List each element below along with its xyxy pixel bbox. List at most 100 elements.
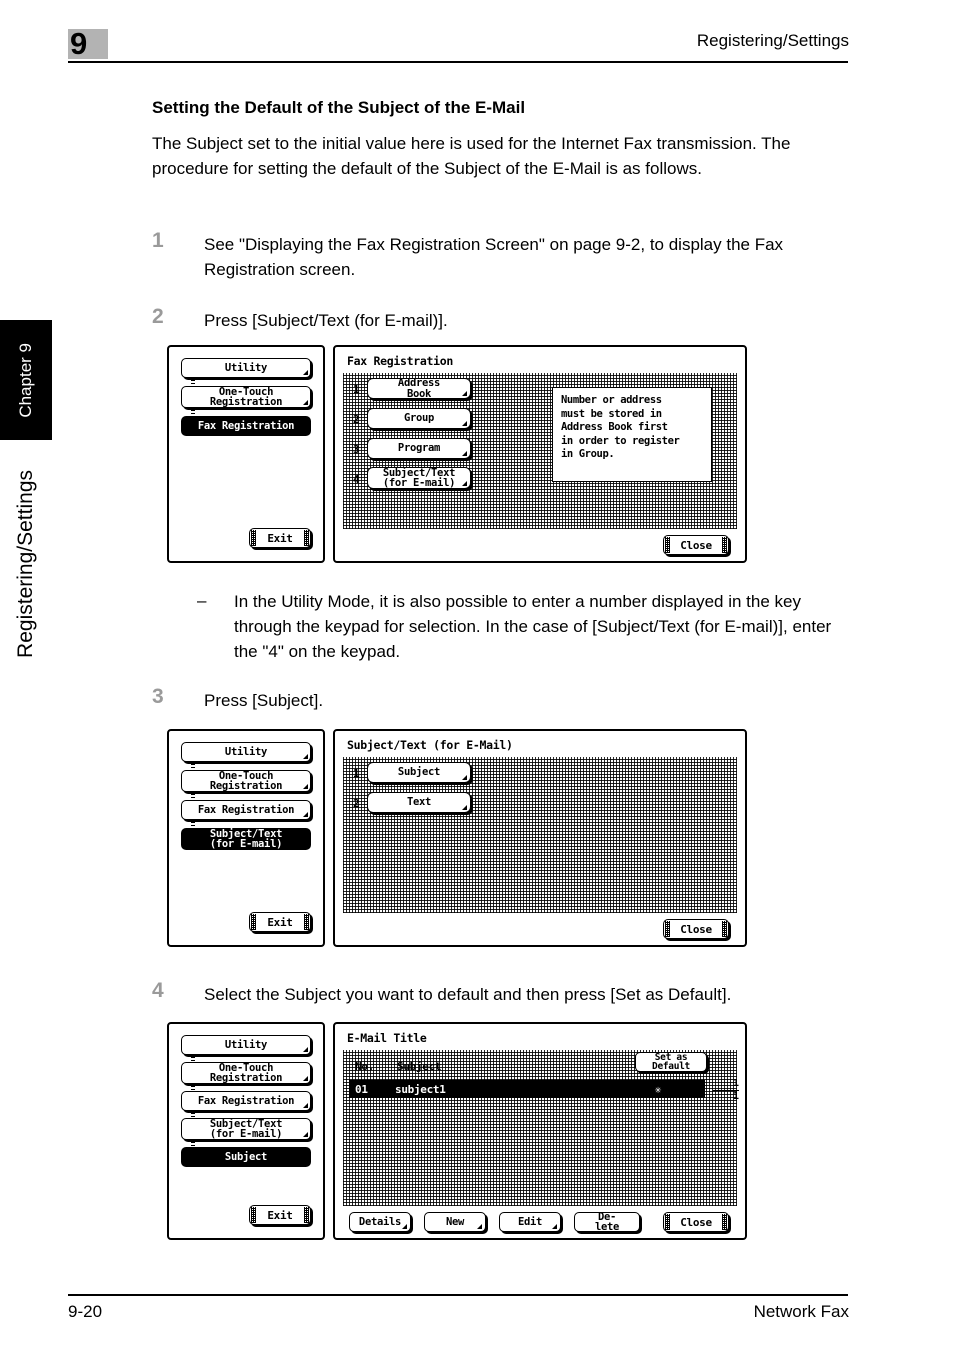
item-2-number: 2 bbox=[353, 797, 360, 810]
header-rule bbox=[68, 61, 848, 63]
sidebar-item-utility[interactable]: Utility bbox=[181, 358, 311, 378]
delete-button[interactable]: De- lete bbox=[574, 1210, 640, 1233]
row-subject: subject1 bbox=[395, 1082, 446, 1096]
exit-button-label: Exit bbox=[267, 1208, 293, 1222]
row-no: 01 bbox=[355, 1082, 368, 1096]
column-header-no: No. bbox=[355, 1060, 374, 1073]
sidebar-item-utility-label: Utility bbox=[224, 361, 268, 374]
set-as-default-button[interactable]: Set as Default bbox=[635, 1052, 707, 1072]
step-1-text: See "Displaying the Fax Registration Scr… bbox=[204, 235, 784, 279]
section-heading: Setting the Default of the Subject of th… bbox=[152, 98, 526, 117]
button-program[interactable]: Program bbox=[367, 438, 471, 459]
sidebar-item-utility[interactable]: Utility bbox=[181, 742, 311, 762]
step-3-number: 3 bbox=[152, 685, 164, 708]
sidebar-item-fax-registration[interactable]: Fax Registration bbox=[181, 800, 311, 820]
sidebar-item-utility-label: Utility bbox=[224, 745, 268, 758]
button-subject[interactable]: Subject bbox=[367, 762, 471, 783]
item-1-number: 1 bbox=[353, 383, 360, 396]
page-header: 9 Registering/Settings bbox=[0, 0, 954, 70]
button-text[interactable]: Text bbox=[367, 792, 471, 813]
pager: 1 1 bbox=[713, 1078, 739, 1103]
fax-reg-title: Fax Registration bbox=[347, 354, 453, 368]
corner-arrow-icon bbox=[462, 451, 467, 456]
button-group[interactable]: Group bbox=[367, 408, 471, 429]
close-button-label: Close bbox=[680, 922, 712, 936]
exit-button[interactable]: Exit bbox=[249, 528, 311, 548]
sidebar-item-fax-registration-label: Fax Registration bbox=[197, 803, 295, 816]
side-tab-chapter: Chapter 9 bbox=[0, 320, 52, 440]
delete-button-label: De- lete bbox=[594, 1210, 620, 1233]
corner-arrow-icon bbox=[303, 1076, 308, 1081]
column-header-subject: Subject bbox=[397, 1060, 442, 1073]
close-button[interactable]: Close bbox=[663, 535, 729, 555]
exit-button[interactable]: Exit bbox=[249, 912, 311, 932]
close-button-label: Close bbox=[680, 1215, 712, 1229]
footer-rule bbox=[68, 1294, 848, 1296]
sidebar-item-subject-text-label: Subject/Text (for E-mail) bbox=[209, 1117, 283, 1140]
step-1-number: 1 bbox=[152, 229, 164, 252]
edit-button-label: Edit bbox=[517, 1215, 543, 1228]
info-message: Number or address must be stored in Addr… bbox=[552, 387, 712, 482]
sidebar-connector bbox=[191, 1140, 195, 1147]
sidebar-connector bbox=[191, 378, 195, 386]
corner-arrow-icon bbox=[462, 805, 467, 810]
sidebar-item-fax-registration-label: Fax Registration bbox=[197, 1094, 295, 1107]
corner-arrow-icon bbox=[303, 812, 308, 817]
close-button[interactable]: Close bbox=[663, 919, 729, 939]
close-button-label: Close bbox=[680, 538, 712, 552]
fax-reg-main-panel: Fax Registration 1 Address Book 2 Group … bbox=[333, 345, 747, 563]
corner-arrow-icon bbox=[402, 1224, 407, 1229]
sidebar-item-one-touch-registration[interactable]: One-Touch Registration bbox=[181, 770, 311, 792]
button-group-label: Group bbox=[403, 412, 435, 425]
step-2-text: Press [Subject/Text (for E-mail)]. bbox=[204, 311, 448, 330]
header-title: Registering/Settings bbox=[696, 31, 849, 50]
corner-arrow-icon bbox=[303, 1103, 308, 1108]
sidebar-connector bbox=[191, 820, 195, 828]
table-row[interactable]: 01 subject1 ✳ bbox=[349, 1080, 705, 1098]
sidebar-item-subject-text[interactable]: Subject/Text (for E-mail) bbox=[181, 828, 311, 850]
side-tab-chapter-label: Chapter 9 bbox=[16, 342, 35, 418]
sidebar-item-one-touch-registration-label: One-Touch Registration bbox=[209, 385, 283, 408]
subject-text-sidebar-panel: Utility One-Touch Registration Fax Regis… bbox=[167, 729, 325, 947]
sidebar-item-one-touch-registration-label: One-Touch Registration bbox=[209, 769, 283, 792]
footer-doc-title: Network Fax bbox=[753, 1302, 849, 1321]
sidebar-item-one-touch-registration[interactable]: One-Touch Registration bbox=[181, 386, 311, 408]
new-button-label: New bbox=[445, 1215, 465, 1228]
exit-button-label: Exit bbox=[267, 915, 293, 929]
sidebar-item-fax-registration[interactable]: Fax Registration bbox=[181, 416, 311, 436]
sidebar-item-subject-text[interactable]: Subject/Text (for E-mail) bbox=[181, 1118, 311, 1140]
corner-arrow-icon bbox=[477, 1224, 482, 1229]
exit-button-label: Exit bbox=[267, 531, 293, 545]
sidebar-item-fax-registration[interactable]: Fax Registration bbox=[181, 1091, 311, 1111]
chapter-number: 9 bbox=[70, 26, 87, 61]
button-subject-text-for-email[interactable]: Subject/Text (for E-mail) bbox=[367, 467, 471, 489]
sidebar-item-subject-label: Subject bbox=[224, 1150, 268, 1163]
step-3-text: Press [Subject]. bbox=[204, 691, 324, 710]
details-button-label: Details bbox=[358, 1215, 402, 1228]
corner-arrow-icon bbox=[462, 481, 467, 486]
email-title-title: E-Mail Title bbox=[347, 1031, 427, 1045]
screenshot-fax-registration: Utility One-Touch Registration Fax Regis… bbox=[167, 345, 747, 563]
new-button[interactable]: New bbox=[424, 1212, 486, 1232]
button-text-label: Text bbox=[406, 796, 432, 809]
close-button[interactable]: Close bbox=[663, 1212, 729, 1232]
sidebar-connector bbox=[191, 792, 195, 800]
button-subject-label: Subject bbox=[397, 766, 441, 779]
corner-arrow-icon bbox=[552, 1224, 557, 1229]
sidebar-connector bbox=[191, 762, 195, 770]
details-button[interactable]: Details bbox=[349, 1212, 411, 1232]
button-address-book[interactable]: Address Book bbox=[367, 378, 471, 399]
sidebar-item-fax-registration-label: Fax Registration bbox=[197, 419, 295, 432]
sidebar-item-subject[interactable]: Subject bbox=[181, 1147, 311, 1167]
edit-button[interactable]: Edit bbox=[499, 1212, 561, 1232]
section-intro: The Subject set to the initial value her… bbox=[152, 134, 791, 178]
subject-text-main-panel: Subject/Text (for E-Mail) 1 Subject 2 Te… bbox=[333, 729, 747, 947]
corner-arrow-icon bbox=[303, 1132, 308, 1137]
note-text: In the Utility Mode, it is also possible… bbox=[234, 592, 832, 661]
button-program-label: Program bbox=[397, 442, 441, 455]
exit-button[interactable]: Exit bbox=[249, 1205, 311, 1225]
corner-arrow-icon bbox=[303, 784, 308, 789]
sidebar-connector bbox=[191, 1055, 195, 1062]
sidebar-item-one-touch-registration[interactable]: One-Touch Registration bbox=[181, 1062, 311, 1084]
sidebar-item-utility[interactable]: Utility bbox=[181, 1035, 311, 1055]
